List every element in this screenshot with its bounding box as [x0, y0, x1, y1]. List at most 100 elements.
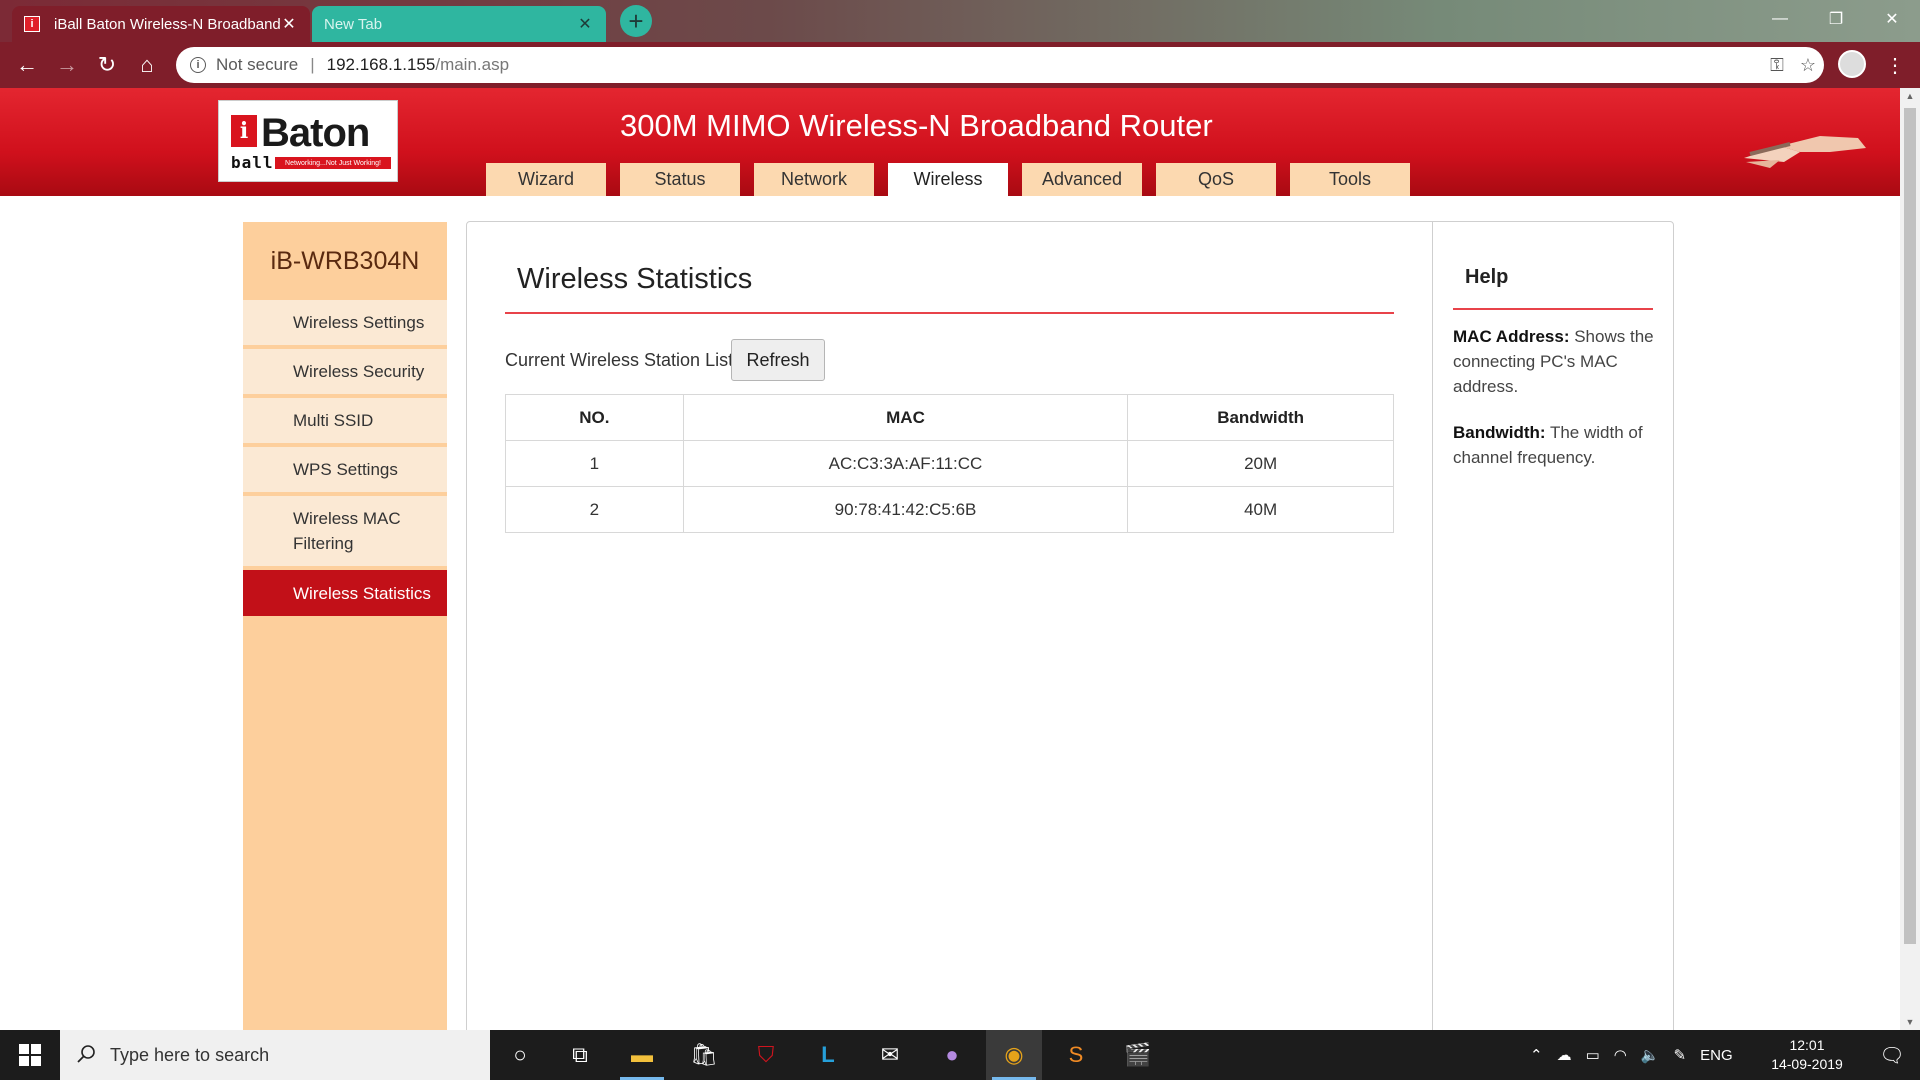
page-viewport: i Baton ball Networking...Not Just Worki… [0, 88, 1900, 1030]
model-name: iB-WRB304N [270, 246, 420, 275]
sidebar-item-multi-ssid[interactable]: Multi SSID [243, 398, 447, 447]
tab-tools[interactable]: Tools [1290, 163, 1410, 196]
file-explorer-icon[interactable]: ▬ [614, 1030, 670, 1080]
column-header-mac: MAC [682, 394, 1129, 441]
tab-status[interactable]: Status [620, 163, 740, 196]
action-center-icon[interactable]: 🗨 [1864, 1030, 1920, 1080]
title-divider [505, 312, 1394, 314]
sidebar-item-wireless-mac-filtering[interactable]: Wireless MAC Filtering [243, 496, 447, 570]
main-nav: Wizard Status Network Wireless Advanced … [486, 163, 1424, 196]
clock-time: 12:01 [1789, 1037, 1825, 1053]
mcafee-icon[interactable]: ⛉ [738, 1030, 794, 1080]
tab-wizard[interactable]: Wizard [486, 163, 606, 196]
browser-menu-icon[interactable]: ⋮ [1880, 50, 1910, 80]
sidebar: iB-WRB304N Wireless Settings Wireless Se… [243, 222, 447, 1030]
minimize-icon[interactable]: — [1752, 0, 1808, 38]
tab-wireless[interactable]: Wireless [888, 163, 1008, 196]
pen-icon[interactable]: ✎ [1674, 1046, 1687, 1064]
store-icon[interactable]: 🛍 [676, 1030, 732, 1080]
logo-mark: i [231, 115, 257, 147]
system-tray: ⌃ ☁ ▭ ◠ 🔈 ✎ ENG [1530, 1030, 1733, 1080]
browser-tab-router[interactable]: i iBall Baton Wireless-N Broadband ✕ [12, 6, 310, 42]
url-path: /main.asp [435, 55, 510, 74]
column-header-no: NO. [505, 394, 684, 441]
tab-qos[interactable]: QoS [1156, 163, 1276, 196]
page-scrollbar[interactable]: ▲ ▼ [1900, 88, 1920, 1030]
address-separator: | [310, 55, 315, 74]
key-icon[interactable]: ⚿ [1770, 55, 1784, 76]
station-list-label: Current Wireless Station List: [505, 350, 739, 370]
info-icon[interactable]: i [190, 57, 206, 73]
logo-tagline: Networking...Not Just Working! [275, 157, 391, 169]
cortana-icon[interactable]: ○ [492, 1030, 548, 1080]
scroll-up-icon[interactable]: ▲ [1900, 88, 1920, 104]
help-term: MAC Address: [1453, 327, 1570, 346]
browser-tab-strip: i iBall Baton Wireless-N Broadband ✕ New… [0, 0, 1920, 42]
restore-icon[interactable]: ❐ [1808, 0, 1864, 38]
security-label: Not secure [216, 55, 299, 74]
github-icon[interactable]: ● [924, 1030, 980, 1080]
table-row: 1 AC:C3:3A:AF:11:CC 20M [505, 440, 1394, 487]
refresh-button[interactable]: Refresh [731, 339, 825, 381]
battery-icon[interactable]: ▭ [1586, 1046, 1600, 1064]
tray-expand-icon[interactable]: ⌃ [1530, 1046, 1543, 1064]
close-tab-icon[interactable]: ✕ [280, 14, 298, 34]
router-title: 300M MIMO Wireless-N Broadband Router [620, 108, 1213, 143]
station-mac: 90:78:41:42:C5:6B [682, 486, 1129, 533]
sidebar-item-wireless-settings[interactable]: Wireless Settings [243, 300, 447, 349]
tab-network[interactable]: Network [754, 163, 874, 196]
browser-toolbar: ← → ↻ ⌂ i Not secure | 192.168.1.155 /ma… [0, 42, 1920, 88]
close-tab-icon[interactable]: ✕ [576, 14, 594, 34]
task-view-icon[interactable]: ⧉ [552, 1030, 608, 1080]
tab-title: New Tab [324, 15, 383, 33]
sidebar-item-wireless-statistics[interactable]: Wireless Statistics [243, 570, 447, 616]
browser-tab-new[interactable]: New Tab ✕ [312, 6, 606, 42]
url-host: 192.168.1.155 [326, 55, 436, 74]
onedrive-icon[interactable]: ☁ [1557, 1046, 1572, 1064]
wifi-icon[interactable]: ◠ [1614, 1046, 1627, 1064]
language-indicator[interactable]: ENG [1700, 1047, 1733, 1064]
help-title: Help [1465, 266, 1509, 288]
page-title: Wireless Statistics [517, 263, 753, 295]
station-bandwidth: 20M [1127, 440, 1394, 487]
profile-avatar[interactable] [1838, 50, 1866, 78]
handshake-icon [1744, 136, 1866, 168]
table-header-row: NO. MAC Bandwidth [505, 394, 1394, 441]
router-header: i Baton ball Networking...Not Just Worki… [0, 88, 1900, 196]
new-tab-button[interactable]: + [620, 5, 652, 37]
scroll-down-icon[interactable]: ▼ [1900, 1014, 1920, 1030]
logo-brand: Baton [261, 111, 370, 155]
start-button[interactable] [0, 1030, 60, 1080]
back-icon[interactable]: ← [10, 48, 44, 82]
windows-logo-icon [19, 1044, 41, 1066]
taskbar-clock[interactable]: 12:01 14-09-2019 [1762, 1036, 1852, 1074]
iball-baton-logo: i Baton ball Networking...Not Just Worki… [218, 100, 398, 182]
sidebar-item-wireless-security[interactable]: Wireless Security [243, 349, 447, 398]
volume-icon[interactable]: 🔈 [1641, 1046, 1660, 1064]
forward-icon[interactable]: → [50, 48, 84, 82]
logo-sub: ball [231, 153, 274, 172]
station-number: 1 [505, 440, 684, 487]
close-window-icon[interactable]: ✕ [1864, 0, 1920, 38]
mail-icon[interactable]: ✉ [862, 1030, 918, 1080]
bookmark-star-icon[interactable]: ☆ [1800, 55, 1816, 76]
search-placeholder: Type here to search [110, 1044, 270, 1065]
address-bar[interactable]: i Not secure | 192.168.1.155 /main.asp ⚿… [176, 47, 1824, 83]
help-mac-address: MAC Address: Shows the connecting PC's M… [1453, 324, 1658, 399]
scroll-thumb[interactable] [1904, 108, 1916, 944]
table-row: 2 90:78:41:42:C5:6B 40M [505, 486, 1394, 533]
clock-date: 14-09-2019 [1771, 1056, 1843, 1072]
lync-app-icon[interactable]: L [800, 1030, 856, 1080]
taskbar-search-box[interactable]: Type here to search [60, 1030, 490, 1080]
tab-advanced[interactable]: Advanced [1022, 163, 1142, 196]
help-divider [1453, 308, 1653, 310]
help-bandwidth: Bandwidth: The width of channel frequenc… [1453, 420, 1658, 470]
reload-icon[interactable]: ↻ [90, 48, 124, 82]
sublime-text-icon[interactable]: S [1048, 1030, 1104, 1080]
video-editor-icon[interactable]: 🎬 [1110, 1030, 1166, 1080]
station-number: 2 [505, 486, 684, 533]
home-icon[interactable]: ⌂ [130, 48, 164, 82]
station-table: NO. MAC Bandwidth 1 AC:C3:3A:AF:11:CC 20… [505, 394, 1394, 533]
chrome-icon[interactable]: ◉ [986, 1030, 1042, 1080]
sidebar-item-wps-settings[interactable]: WPS Settings [243, 447, 447, 496]
